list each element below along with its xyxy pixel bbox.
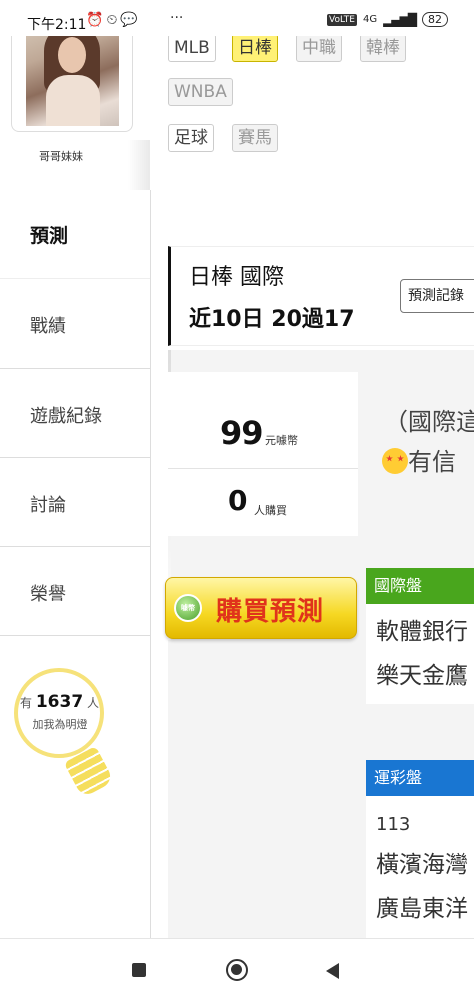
sidebar-item-game-log[interactable]: 遊戲紀錄	[0, 402, 150, 428]
status-icons: ⏰⏲💬	[86, 12, 141, 28]
price-box: 99 元噱幣 0 人購買	[168, 372, 358, 536]
recent-record: 近10日 20過17	[189, 307, 355, 332]
team-name: 軟體銀行	[376, 619, 468, 645]
tag-cpbl[interactable]: 中職	[296, 34, 342, 62]
fans-count: 有 1637 人	[20, 692, 100, 712]
divider	[0, 457, 150, 458]
tag-wnba[interactable]: WNBA	[168, 78, 233, 106]
team-name: 廣島東洋	[376, 896, 468, 922]
username: 哥哥妹妹	[39, 150, 83, 163]
back-icon[interactable]	[326, 963, 339, 979]
team-name: 橫濱海灣	[376, 852, 468, 878]
card-header: 運彩盤	[366, 760, 474, 796]
league-title: 日棒 國際	[189, 265, 284, 290]
prediction-record-button[interactable]: 預測記錄	[400, 279, 474, 313]
prediction-fav-line: 有信	[382, 442, 456, 477]
sidebar-item-discussion[interactable]: 討論	[0, 491, 150, 517]
sidebar-item-record[interactable]: 戰績	[0, 312, 150, 338]
alarm-off-icon: ⏰	[86, 12, 107, 28]
sidebar: 哥哥妹妹 預測 戰績 遊戲紀錄 討論 榮譽 有 1637 人 加我為明燈	[0, 0, 150, 938]
price-unit: 元噱幣	[265, 434, 298, 447]
home-icon[interactable]	[226, 959, 248, 981]
prediction-intl-text: （國際這	[384, 408, 474, 436]
sidebar-divider	[150, 190, 151, 938]
avatar[interactable]	[26, 23, 119, 126]
star-struck-icon	[382, 448, 408, 474]
divider	[128, 140, 150, 190]
tag-mlb[interactable]: MLB	[168, 34, 216, 62]
divider	[0, 368, 150, 369]
tag-npb[interactable]: 日棒	[232, 34, 278, 62]
divider	[0, 635, 150, 636]
buyers-count: 0	[228, 484, 248, 517]
battery-icon: 82	[422, 12, 448, 27]
price-value: 99	[220, 414, 264, 452]
chat-icon: 💬	[120, 12, 141, 28]
sidebar-item-honor[interactable]: 榮譽	[0, 580, 150, 606]
status-right: VoLTE 4G ▂▄▆█ 82	[327, 12, 448, 27]
sports-lottery-card: 運彩盤 113 橫濱海灣 廣島東洋	[366, 760, 474, 938]
fans-caption: 加我為明燈	[32, 718, 88, 731]
tag-horse-racing[interactable]: 賽馬	[232, 124, 278, 152]
recents-icon[interactable]	[132, 963, 146, 977]
signal-icon: ▂▄▆█	[383, 12, 417, 27]
status-time: 下午2:11	[27, 17, 87, 33]
card-header: 國際盤	[366, 568, 474, 604]
tag-soccer[interactable]: 足球	[168, 124, 214, 152]
sidebar-item-predict[interactable]: 預測	[0, 221, 150, 248]
alarm-icon: ⏲	[106, 12, 121, 28]
buy-prediction-label: 購買預測	[216, 597, 325, 627]
tag-kbo[interactable]: 韓棒	[360, 34, 406, 62]
buy-prediction-button[interactable]: 噱幣 購買預測	[165, 577, 357, 639]
lightbulb-circle	[14, 668, 104, 758]
volte-icon: VoLTE	[327, 13, 357, 26]
coin-icon: 噱幣	[174, 594, 202, 622]
buyers-unit: 人購買	[254, 504, 287, 517]
prediction-fav-text: 有信	[408, 448, 456, 476]
divider	[168, 468, 358, 469]
network-label: 4G	[362, 14, 378, 25]
game-number: 113	[376, 814, 411, 835]
international-line-card: 國際盤 軟體銀行 樂天金鷹	[366, 568, 474, 704]
status-bar: 下午2:11 ⏰⏲💬 ··· VoLTE 4G ▂▄▆█ 82	[0, 0, 474, 36]
divider	[0, 278, 150, 279]
more-notifications-icon: ···	[170, 10, 184, 26]
team-name: 樂天金鷹	[376, 663, 468, 689]
divider	[0, 546, 150, 547]
prediction-header: 日棒 國際 近10日 20過17 預測記錄	[168, 246, 474, 346]
lamp-button[interactable]: 有 1637 人 加我為明燈	[14, 668, 115, 799]
system-nav-bar	[0, 938, 474, 1000]
